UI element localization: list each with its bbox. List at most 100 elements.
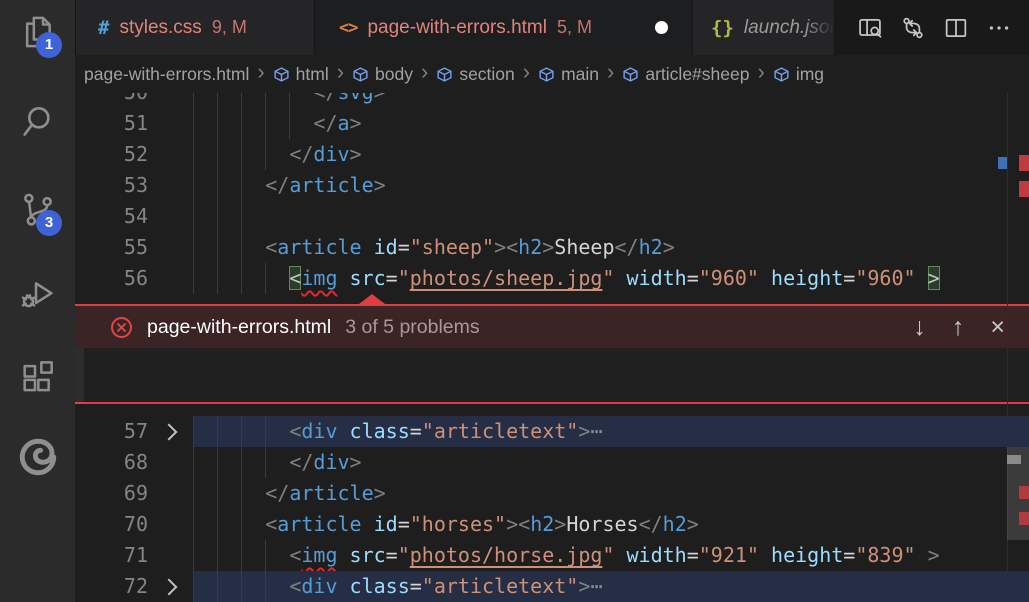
more-actions-button[interactable] <box>981 10 1017 46</box>
split-editor-button[interactable] <box>938 10 974 46</box>
open-changes-icon <box>899 14 927 42</box>
indent-guide <box>217 139 218 170</box>
indent-guide <box>265 416 266 447</box>
line-number: 72 <box>75 571 148 602</box>
code-text[interactable]: <div class="articletext">⋯ <box>193 416 1029 447</box>
peek-gutter-strip <box>75 348 84 402</box>
open-preview-button[interactable] <box>852 10 888 46</box>
breadcrumb-item-html[interactable]: html <box>273 64 329 85</box>
line-number: 51 <box>75 108 148 139</box>
code-line-72[interactable]: 72 <div class="articletext">⋯ <box>75 571 1029 602</box>
json-file-icon: {} <box>711 17 734 39</box>
tab-styles-css[interactable]: # styles.css 9, M <box>75 0 315 55</box>
activity-item-extensions[interactable] <box>0 351 75 403</box>
code-text[interactable]: </article> <box>193 478 1029 509</box>
code-line-56[interactable]: 56<img src="photos/sheep.jpg" width="960… <box>75 263 1029 294</box>
code-block-below-peek: 57<div class="articletext">⋯68</div>69</… <box>75 416 1029 602</box>
breadcrumb-separator-icon: › <box>523 61 530 83</box>
code-line-51[interactable]: 51 </a> <box>75 108 1029 139</box>
indent-guide <box>193 416 194 447</box>
indent-guide <box>193 201 194 232</box>
breadcrumb-item-body[interactable]: body <box>352 64 413 85</box>
code-line-68[interactable]: 68</div> <box>75 447 1029 478</box>
activity-item-run-debug[interactable] <box>0 268 75 320</box>
code-block-above-peek: 50</svg>51 </a>52</div>53</article>5455<a… <box>75 93 1029 294</box>
previous-problem-button[interactable]: ↑ <box>952 313 965 342</box>
symbol-cube-icon <box>622 66 639 83</box>
breadcrumb-item-main[interactable]: main <box>538 64 599 85</box>
activity-item-search[interactable] <box>0 96 75 148</box>
unsaved-dot-icon[interactable] <box>655 21 668 34</box>
breadcrumb-item-img[interactable]: img <box>773 64 824 85</box>
error-marker <box>1019 486 1029 499</box>
edge-logo-icon <box>17 436 59 478</box>
activity-item-edge-tools[interactable] <box>0 431 75 483</box>
breadcrumb-item-article-sheep[interactable]: article#sheep <box>622 64 749 85</box>
activity-item-source-control[interactable]: 3 <box>0 184 75 236</box>
activity-item-explorer[interactable]: 1 <box>0 6 75 58</box>
code-text[interactable]: </div> <box>193 139 1029 170</box>
code-line-55[interactable]: 55<article id="sheep"><h2>Sheep</h2> <box>75 232 1029 263</box>
code-text[interactable] <box>193 201 1029 232</box>
breadcrumb-separator-icon: › <box>257 61 264 83</box>
indent-guide <box>193 447 194 478</box>
indent-guide <box>241 540 242 571</box>
breadcrumb-separator-icon: › <box>757 61 764 83</box>
error-icon <box>110 316 133 339</box>
fold-chevron-icon[interactable] <box>161 423 178 440</box>
indent-guide <box>241 201 242 232</box>
code-text[interactable]: </svg> <box>193 93 1029 108</box>
code-line-53[interactable]: 53</article> <box>75 170 1029 201</box>
code-line-52[interactable]: 52</div> <box>75 139 1029 170</box>
code-line-71[interactable]: 71 <img src="photos/horse.jpg" width="921… <box>75 540 1029 571</box>
code-text[interactable]: </article> <box>193 170 1029 201</box>
code-text[interactable]: <div class="articletext">⋯ <box>193 571 1029 602</box>
tab-page-with-errors-html[interactable]: <> page-with-errors.html 5, M <box>315 0 692 55</box>
close-peek-button[interactable]: × <box>990 313 1005 342</box>
open-changes-button[interactable] <box>895 10 931 46</box>
line-number: 71 <box>75 540 148 571</box>
fold-gutter <box>148 232 193 263</box>
indent-guide <box>265 263 266 294</box>
code-line-54[interactable]: 54 <box>75 201 1029 232</box>
explorer-badge: 1 <box>36 32 62 58</box>
code-text[interactable]: <article id="sheep"><h2>Sheep</h2> <box>193 232 1029 263</box>
code-editor[interactable]: 50</svg>51 </a>52</div>53</article>5455<a… <box>75 93 1029 602</box>
indent-guide <box>241 571 242 602</box>
breadcrumb-label: body <box>375 64 413 85</box>
activity-bar: 1 3 <box>0 0 75 602</box>
fold-gutter <box>148 416 193 447</box>
code-text[interactable]: </div> <box>193 447 1029 478</box>
code-line-50[interactable]: 50</svg> <box>75 93 1029 108</box>
breadcrumb-label: main <box>561 64 599 85</box>
indent-guide <box>265 93 266 108</box>
code-text[interactable]: <img src="photos/sheep.jpg" width="960" … <box>193 263 1029 294</box>
fold-gutter <box>148 201 193 232</box>
indent-guide <box>217 571 218 602</box>
fold-chevron-icon[interactable] <box>161 578 178 595</box>
line-number: 57 <box>75 416 148 447</box>
code-line-57[interactable]: 57 <div class="articletext">⋯ <box>75 416 1029 447</box>
tab-bar: # styles.css 9, M <> page-with-errors.ht… <box>75 0 1029 55</box>
problem-message-row[interactable]: Images must have alternate text: Element… <box>75 348 1029 404</box>
indent-guide <box>217 201 218 232</box>
symbol-cube-icon <box>773 66 790 83</box>
html-file-icon: <> <box>339 18 357 38</box>
breadcrumb-file[interactable]: page-with-errors.html <box>84 64 249 85</box>
fold-gutter <box>148 93 193 108</box>
tab-label: page-with-errors.html <box>367 17 547 39</box>
editor-actions <box>852 0 1029 55</box>
breadcrumb-path: ›html›body›section›main›article#sheep›im… <box>256 61 824 87</box>
peek-title: page-with-errors.html <box>147 316 331 339</box>
tab-launch-json[interactable]: {} launch.json <box>692 0 835 55</box>
next-problem-button[interactable]: ↓ <box>913 313 926 342</box>
code-line-69[interactable]: 69</article> <box>75 478 1029 509</box>
code-line-70[interactable]: 70<article id="horses"><h2>Horses</h2> <box>75 509 1029 540</box>
code-text[interactable]: </a> <box>193 108 1029 139</box>
editor-group: # styles.css 9, M <> page-with-errors.ht… <box>75 0 1029 602</box>
code-text[interactable]: <img src="photos/horse.jpg" width="921" … <box>193 540 1029 571</box>
breadcrumb-item-section[interactable]: section <box>436 64 514 85</box>
error-marker <box>1019 155 1029 171</box>
code-text[interactable]: <article id="horses"><h2>Horses</h2> <box>193 509 1029 540</box>
indent-guide <box>193 509 194 540</box>
